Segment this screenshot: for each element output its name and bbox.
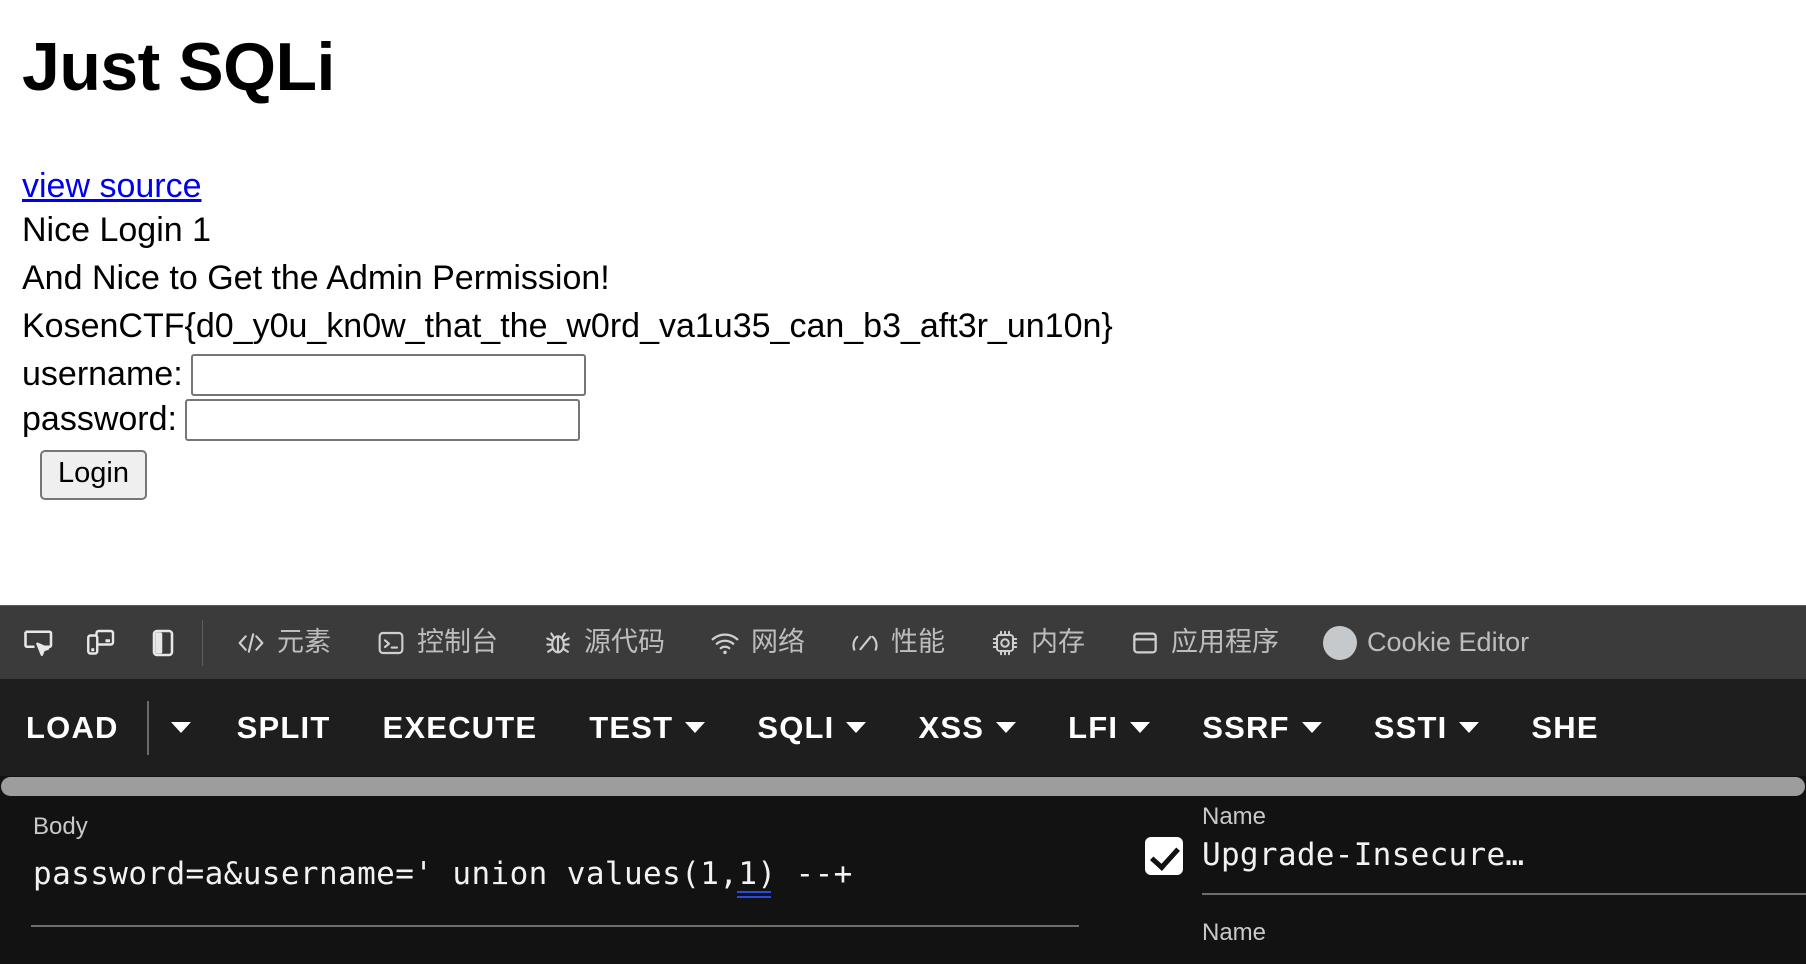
window-panel-icon bbox=[1129, 627, 1161, 659]
tab-memory-label: 内存 bbox=[1031, 627, 1085, 658]
password-input[interactable] bbox=[184, 398, 580, 441]
hackbar-ssrf-label: SSRF bbox=[1202, 710, 1290, 745]
devtools-panel-tabs: 元素 控制台 源代码 网络 性能 内存 应用程序 Cookie Editor bbox=[213, 606, 1551, 679]
code-brackets-icon bbox=[235, 627, 267, 659]
header-name-label-top: Name bbox=[1202, 803, 1267, 830]
horizontal-scrollbar-track[interactable] bbox=[0, 776, 1806, 797]
tab-sources-label: 源代码 bbox=[584, 627, 665, 658]
hackbar-ssrf-menu[interactable]: SSRF bbox=[1176, 679, 1347, 776]
header-field-underline bbox=[1202, 893, 1806, 895]
hackbar-separator bbox=[146, 700, 149, 755]
hackbar-request-area: Body Name Upgrade-Insecure… Name bbox=[0, 776, 1806, 964]
hackbar-execute-button[interactable]: EXECUTE bbox=[356, 679, 563, 776]
toolbar-divider bbox=[202, 619, 203, 666]
horizontal-scrollbar-thumb[interactable] bbox=[1, 777, 1805, 796]
gauge-icon bbox=[849, 627, 881, 659]
ctf-flag-text: KosenCTF{d0_y0u_kn0w_that_the_w0rd_va1u3… bbox=[22, 307, 1113, 346]
login-status-message: Nice Login 1 bbox=[22, 210, 212, 249]
hackbar-execute-label: EXECUTE bbox=[382, 710, 538, 745]
hackbar-load-dropdown-button[interactable] bbox=[151, 679, 211, 776]
screen-root: Just SQLi view source Nice Login 1 And N… bbox=[0, 0, 1806, 964]
hackbar-split-label: SPLIT bbox=[236, 710, 331, 745]
header-name-label-bottom: Name bbox=[1202, 919, 1267, 946]
chevron-down-icon bbox=[1301, 722, 1322, 733]
chevron-down-icon bbox=[685, 722, 706, 733]
panel-layout-icon[interactable] bbox=[142, 622, 184, 664]
devtools-tab-bar: 元素 控制台 源代码 网络 性能 内存 应用程序 Cookie Editor bbox=[0, 605, 1806, 679]
wifi-icon bbox=[709, 627, 741, 659]
tab-application-label: 应用程序 bbox=[1171, 627, 1279, 658]
hackbar-shell-menu[interactable]: SHE bbox=[1505, 679, 1624, 776]
header-name-value[interactable]: Upgrade-Insecure… bbox=[1202, 837, 1524, 873]
hackbar-test-menu[interactable]: TEST bbox=[563, 679, 731, 776]
bug-icon bbox=[542, 627, 574, 659]
hackbar-toolbar: LOAD SPLIT EXECUTE TEST SQLI XSS LFI SSR… bbox=[0, 679, 1806, 776]
tab-console-label: 控制台 bbox=[417, 627, 498, 658]
device-toolbar-icon[interactable] bbox=[80, 622, 122, 664]
page-title: Just SQLi bbox=[22, 29, 335, 105]
hackbar-load-label: LOAD bbox=[26, 710, 119, 745]
hackbar-lfi-label: LFI bbox=[1068, 710, 1119, 745]
tab-cookie-editor[interactable]: Cookie Editor bbox=[1301, 606, 1551, 679]
hackbar-sqli-menu[interactable]: SQLI bbox=[731, 679, 892, 776]
body-field-input[interactable] bbox=[31, 855, 1071, 893]
chevron-down-icon bbox=[1130, 722, 1151, 733]
spellcheck-underline bbox=[737, 891, 771, 898]
devtools-left-icon-group bbox=[0, 606, 198, 679]
chevron-down-icon bbox=[996, 722, 1017, 733]
username-row: username: bbox=[22, 353, 1806, 396]
tab-network[interactable]: 网络 bbox=[687, 606, 827, 679]
inspect-element-icon[interactable] bbox=[18, 622, 60, 664]
tab-memory[interactable]: 内存 bbox=[967, 606, 1107, 679]
password-row: password: bbox=[22, 398, 1806, 441]
tab-cookie-editor-label: Cookie Editor bbox=[1367, 627, 1530, 657]
tab-sources[interactable]: 源代码 bbox=[520, 606, 687, 679]
chip-icon bbox=[989, 627, 1021, 659]
tab-performance-label: 性能 bbox=[891, 627, 945, 658]
tab-console[interactable]: 控制台 bbox=[353, 606, 520, 679]
chevron-down-icon bbox=[170, 722, 191, 733]
body-field-underline bbox=[31, 925, 1079, 927]
username-input[interactable] bbox=[190, 353, 586, 396]
tab-application[interactable]: 应用程序 bbox=[1107, 606, 1301, 679]
request-body-panel: Body bbox=[0, 797, 1120, 964]
tab-elements[interactable]: 元素 bbox=[213, 606, 353, 679]
hackbar-sqli-label: SQLI bbox=[757, 710, 835, 745]
admin-permission-message: And Nice to Get the Admin Permission! bbox=[22, 259, 610, 298]
hackbar-xss-menu[interactable]: XSS bbox=[892, 679, 1042, 776]
login-button[interactable]: Login bbox=[40, 449, 147, 500]
hackbar-ssti-menu[interactable]: SSTI bbox=[1348, 679, 1506, 776]
web-page-content: Just SQLi view source Nice Login 1 And N… bbox=[0, 0, 1806, 605]
cookie-blob-icon bbox=[1323, 625, 1357, 660]
request-headers-panel: Name Upgrade-Insecure… Name bbox=[1120, 797, 1806, 964]
tab-elements-label: 元素 bbox=[277, 627, 331, 658]
view-source-link[interactable]: view source bbox=[22, 167, 202, 206]
tab-performance[interactable]: 性能 bbox=[827, 606, 967, 679]
hackbar-split-button[interactable]: SPLIT bbox=[211, 679, 357, 776]
header-enabled-checkbox[interactable] bbox=[1145, 837, 1183, 875]
hackbar-lfi-menu[interactable]: LFI bbox=[1042, 679, 1176, 776]
console-terminal-icon bbox=[375, 627, 407, 659]
hackbar-xss-label: XSS bbox=[918, 710, 985, 745]
username-label: username: bbox=[22, 355, 183, 394]
chevron-down-icon bbox=[1459, 722, 1480, 733]
hackbar-shell-label: SHE bbox=[1531, 710, 1599, 745]
hackbar-test-label: TEST bbox=[589, 710, 674, 745]
hackbar-load-button[interactable]: LOAD bbox=[0, 679, 145, 776]
tab-network-label: 网络 bbox=[751, 627, 805, 658]
hackbar-ssti-label: SSTI bbox=[1373, 710, 1448, 745]
chevron-down-icon bbox=[846, 722, 867, 733]
body-field-label: Body bbox=[33, 813, 88, 840]
password-label: password: bbox=[22, 400, 177, 439]
